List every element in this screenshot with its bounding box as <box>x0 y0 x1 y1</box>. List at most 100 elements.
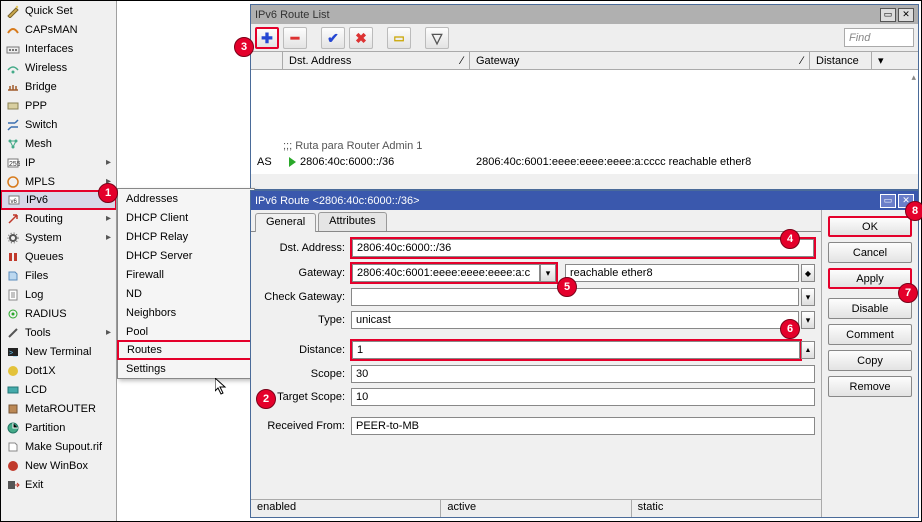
submenu-item-settings[interactable]: Settings <box>118 359 254 378</box>
chevron-right-icon: ▸ <box>106 157 112 168</box>
gateway-input[interactable]: 2806:40c:6001:eeee:eeee:eeee:a:c <box>352 264 540 282</box>
minimize-button[interactable]: ▭ <box>880 8 896 22</box>
sidebar-item-dot1x[interactable]: Dot1X <box>1 361 116 380</box>
log-icon <box>5 287 21 303</box>
type-input[interactable]: unicast <box>351 311 799 329</box>
status-static: static <box>632 500 821 517</box>
filter-button[interactable]: ▽ <box>425 27 449 49</box>
disable-button[interactable]: Disable <box>828 298 912 319</box>
sidebar-item-label: Mesh <box>25 138 52 150</box>
sidebar-item-routing[interactable]: Routing▸ <box>1 209 116 228</box>
enable-button[interactable]: ✔ <box>321 27 345 49</box>
submenu-item-dhcpclient[interactable]: DHCP Client <box>118 208 254 227</box>
comment-button[interactable]: ▭ <box>387 27 411 49</box>
sidebar-item-ip[interactable]: 255IP▸ <box>1 153 116 172</box>
type-dropdown[interactable]: ▾ <box>801 311 815 329</box>
sidebar-item-interfaces[interactable]: Interfaces <box>1 39 116 58</box>
submenu-item-nd[interactable]: ND <box>118 284 254 303</box>
tab-attributes[interactable]: Attributes <box>318 212 386 231</box>
sidebar-item-tools[interactable]: Tools▸ <box>1 323 116 342</box>
partition-icon <box>5 420 21 436</box>
label-chk: Check Gateway: <box>251 291 351 303</box>
sidebar-item-newwinbox[interactable]: New WinBox <box>1 456 116 475</box>
sidebar-item-label: New Terminal <box>25 346 91 358</box>
sidebar-item-metarouter[interactable]: MetaROUTER <box>1 399 116 418</box>
sidebar-item-label: Make Supout.rif <box>25 441 102 453</box>
sidebar-item-radius[interactable]: RADIUS <box>1 304 116 323</box>
row-comment: ;;; Ruta para Router Admin 1 <box>283 140 422 152</box>
sidebar-item-label: IP <box>25 157 35 169</box>
close-button[interactable]: ✕ <box>898 8 914 22</box>
sidebar-item-switch[interactable]: Switch <box>1 115 116 134</box>
status-active: active <box>441 500 631 517</box>
disable-button[interactable]: ✖ <box>349 27 373 49</box>
sidebar-item-label: System <box>25 232 62 244</box>
sidebar-item-capsman[interactable]: CAPsMAN <box>1 20 116 39</box>
sidebar-item-queues[interactable]: Queues <box>1 247 116 266</box>
col-gw[interactable]: Gateway∕ <box>470 52 810 69</box>
titlebar[interactable]: IPv6 Route <2806:40c:6000::/36> ▭ ✕ <box>251 191 918 210</box>
remove-button[interactable]: ━ <box>283 27 307 49</box>
distance-spinner[interactable] <box>801 341 815 359</box>
winbox-icon <box>5 458 21 474</box>
distance-input[interactable]: 1 <box>352 341 800 359</box>
table-row[interactable]: AS 2806:40c:6000::/36 2806:40c:6001:eeee… <box>251 154 918 170</box>
routing-icon <box>5 211 21 227</box>
comment-button[interactable]: Comment <box>828 324 912 345</box>
sidebar-item-quickset[interactable]: Quick Set <box>1 1 116 20</box>
copy-button[interactable]: Copy <box>828 350 912 371</box>
side-buttons: OK Cancel Apply Disable Comment Copy Rem… <box>821 210 918 517</box>
sidebar-item-supout[interactable]: Make Supout.rif <box>1 437 116 456</box>
col-more[interactable]: ▾ <box>872 52 893 69</box>
tools-icon <box>5 325 21 341</box>
check-gateway-dropdown[interactable]: ▾ <box>801 288 815 306</box>
grid-body[interactable]: ▴ ;;; Ruta para Router Admin 1 AS 2806:4… <box>251 70 918 174</box>
submenu-item-dhcprelay[interactable]: DHCP Relay <box>118 227 254 246</box>
gateway-add-remove[interactable] <box>801 264 815 282</box>
label-dist: Distance: <box>251 344 351 356</box>
scope-input[interactable]: 30 <box>351 365 815 383</box>
label-scope: Scope: <box>251 368 351 380</box>
sidebar-item-label: RADIUS <box>25 308 67 320</box>
sidebar-item-label: Dot1X <box>25 365 56 377</box>
gateway-dropdown[interactable]: ▾ <box>540 264 556 282</box>
titlebar[interactable]: IPv6 Route List ▭ ✕ <box>251 5 918 24</box>
route-active-icon <box>289 157 296 167</box>
add-button[interactable]: ✚ <box>255 27 279 49</box>
sidebar-item-lcd[interactable]: LCD <box>1 380 116 399</box>
ok-button[interactable]: OK <box>828 216 912 237</box>
sidebar-item-partition[interactable]: Partition <box>1 418 116 437</box>
cancel-button[interactable]: Cancel <box>828 242 912 263</box>
submenu-item-routes[interactable]: Routes <box>117 340 255 360</box>
step-badge-2: 2 <box>256 389 276 409</box>
sidebar-item-label: Log <box>25 289 43 301</box>
sidebar-item-wireless[interactable]: Wireless <box>1 58 116 77</box>
tab-general[interactable]: General <box>255 213 316 232</box>
sidebar-item-bridge[interactable]: Bridge <box>1 77 116 96</box>
col-dst[interactable]: Dst. Address∕ <box>283 52 470 69</box>
sidebar-item-newterminal[interactable]: >_New Terminal <box>1 342 116 361</box>
scroll-up-icon[interactable]: ▴ <box>911 72 916 83</box>
col-flag[interactable] <box>251 52 283 69</box>
sidebar-item-mesh[interactable]: Mesh <box>1 134 116 153</box>
submenu-item-firewall[interactable]: Firewall <box>118 265 254 284</box>
sidebar-item-exit[interactable]: Exit <box>1 475 116 494</box>
remove-button[interactable]: Remove <box>828 376 912 397</box>
chevron-right-icon: ▸ <box>106 232 112 243</box>
sidebar-item-ppp[interactable]: PPP <box>1 96 116 115</box>
find-input[interactable]: Find <box>844 28 914 47</box>
submenu-item-addresses[interactable]: Addresses <box>118 189 254 208</box>
submenu-item-neighbors[interactable]: Neighbors <box>118 303 254 322</box>
dst-address-input[interactable]: 2806:40c:6000::/36 <box>352 239 814 257</box>
target-scope-input[interactable]: 10 <box>351 388 815 406</box>
sidebar-item-system[interactable]: System ▸ <box>1 228 116 247</box>
ppp-icon <box>5 98 21 114</box>
submenu-item-pool[interactable]: Pool <box>118 322 254 341</box>
received-from-value: PEER-to-MB <box>351 417 815 435</box>
minimize-button[interactable]: ▭ <box>880 194 896 208</box>
sidebar-item-files[interactable]: Files <box>1 266 116 285</box>
col-dist[interactable]: Distance <box>810 52 872 69</box>
note-icon: ▭ <box>393 32 404 44</box>
sidebar-item-log[interactable]: Log <box>1 285 116 304</box>
submenu-item-dhcpserver[interactable]: DHCP Server <box>118 246 254 265</box>
